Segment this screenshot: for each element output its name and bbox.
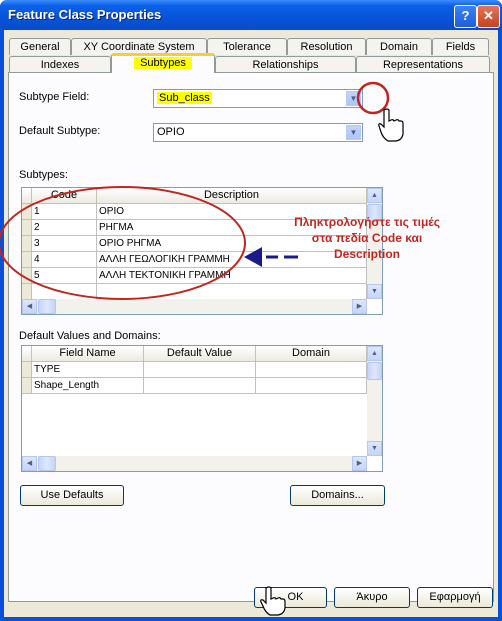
- hand-cursor-icon: [260, 586, 286, 616]
- annotation-overlay: [0, 81, 404, 616]
- dialog-window: Feature Class Properties ? ✕ General XY …: [0, 0, 502, 621]
- hand-cursor-icon: [378, 108, 404, 142]
- tab-subtypes-label: Subtypes: [134, 57, 192, 69]
- annotation-circle: [356, 81, 390, 115]
- tab-subtypes[interactable]: Subtypes: [111, 53, 215, 73]
- arrow-left-icon: [244, 247, 298, 267]
- annotation-ellipse: [0, 186, 246, 300]
